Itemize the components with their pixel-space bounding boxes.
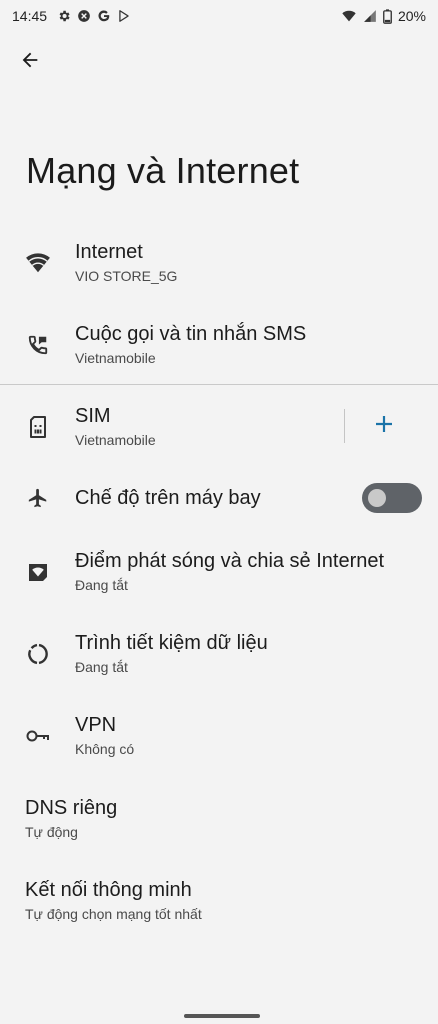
smart-connect-subtitle: Tự động chọn mạng tốt nhất bbox=[25, 906, 202, 922]
sim-row[interactable]: SIM Vietnamobile bbox=[0, 392, 330, 462]
private-dns-row[interactable]: DNS riêng Tự động bbox=[0, 784, 438, 854]
airplane-title: Chế độ trên máy bay bbox=[75, 486, 261, 509]
sync-icon bbox=[77, 9, 91, 23]
google-icon bbox=[97, 9, 111, 23]
vpn-row[interactable]: VPN Không có bbox=[0, 701, 438, 771]
sim-card-icon bbox=[25, 414, 51, 440]
sim-title: SIM bbox=[75, 405, 111, 427]
sim-subtitle: Vietnamobile bbox=[75, 432, 156, 448]
internet-subtitle: VIO STORE_5G bbox=[75, 268, 178, 284]
wifi-icon bbox=[25, 250, 51, 276]
hotspot-subtitle: Đang tắt bbox=[75, 577, 128, 593]
internet-title: Internet bbox=[75, 241, 143, 263]
page-title: Mạng và Internet bbox=[26, 150, 300, 191]
private-dns-title: DNS riêng bbox=[25, 797, 118, 819]
airplane-icon bbox=[25, 485, 51, 511]
hotspot-title: Điểm phát sóng và chia sẻ Internet bbox=[75, 550, 385, 572]
private-dns-text: DNS riêng Tự động bbox=[25, 796, 117, 842]
calls-sms-subtitle: Vietnamobile bbox=[75, 350, 156, 366]
airplane-mode-toggle[interactable] bbox=[362, 483, 422, 513]
data-saver-row[interactable]: Trình tiết kiệm dữ liệu Đang tắt bbox=[0, 619, 438, 689]
vpn-text: VPN Không có bbox=[75, 713, 134, 759]
smart-connect-text: Kết nối thông minh Tự động chọn mạng tốt… bbox=[25, 878, 202, 924]
status-time: 14:45 bbox=[12, 8, 48, 24]
toggle-knob bbox=[368, 489, 386, 507]
hotspot-text: Điểm phát sóng và chia sẻ Internet Đang … bbox=[75, 549, 384, 595]
airplane-mode-row[interactable]: Chế độ trên máy bay bbox=[0, 463, 350, 533]
hotspot-icon bbox=[25, 559, 51, 585]
calls-sms-title: Cuộc gọi và tin nhắn SMS bbox=[75, 323, 307, 345]
sim-text: SIM Vietnamobile bbox=[75, 404, 156, 450]
vpn-subtitle: Không có bbox=[75, 741, 135, 757]
play-store-icon bbox=[117, 9, 131, 23]
smart-connect-title: Kết nối thông minh bbox=[25, 879, 192, 901]
sim-separator bbox=[344, 409, 345, 443]
private-dns-subtitle: Tự động bbox=[25, 824, 78, 840]
section-divider bbox=[0, 384, 438, 385]
cell-signal-icon bbox=[363, 9, 377, 23]
airplane-text: Chế độ trên máy bay bbox=[75, 486, 261, 511]
hotspot-row[interactable]: Điểm phát sóng và chia sẻ Internet Đang … bbox=[0, 537, 438, 607]
settings-gear-icon bbox=[57, 9, 71, 23]
plus-icon bbox=[374, 414, 394, 439]
status-left: 14:45 bbox=[12, 8, 131, 24]
battery-icon bbox=[383, 8, 392, 24]
add-sim-button[interactable] bbox=[370, 412, 398, 440]
wifi-icon bbox=[341, 9, 357, 23]
phone-message-icon bbox=[25, 332, 51, 358]
vpn-key-icon bbox=[25, 723, 51, 749]
calls-sms-text: Cuộc gọi và tin nhắn SMS Vietnamobile bbox=[75, 322, 306, 368]
data-saver-icon bbox=[25, 641, 51, 667]
status-bar: 14:45 20% bbox=[0, 0, 438, 32]
back-button[interactable] bbox=[16, 48, 44, 76]
internet-text: Internet VIO STORE_5G bbox=[75, 240, 177, 286]
data-saver-title: Trình tiết kiệm dữ liệu bbox=[75, 632, 268, 654]
vpn-title: VPN bbox=[75, 714, 117, 736]
battery-percent: 20% bbox=[397, 8, 426, 24]
data-saver-subtitle: Đang tắt bbox=[75, 659, 128, 675]
data-saver-text: Trình tiết kiệm dữ liệu Đang tắt bbox=[75, 631, 268, 677]
internet-row[interactable]: Internet VIO STORE_5G bbox=[0, 228, 438, 298]
smart-connect-row[interactable]: Kết nối thông minh Tự động chọn mạng tốt… bbox=[0, 866, 438, 936]
arrow-left-icon bbox=[19, 49, 41, 76]
calls-sms-row[interactable]: Cuộc gọi và tin nhắn SMS Vietnamobile bbox=[0, 310, 438, 380]
status-right: 20% bbox=[341, 8, 426, 24]
gesture-nav-handle[interactable] bbox=[184, 1014, 260, 1018]
